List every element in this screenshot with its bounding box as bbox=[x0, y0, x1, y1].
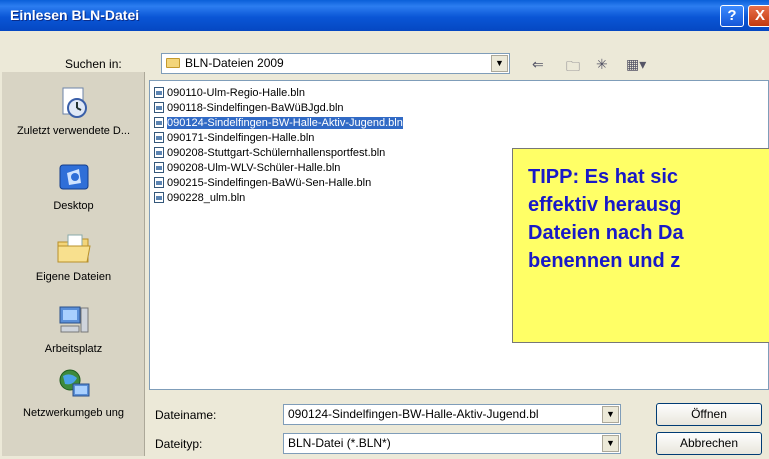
recent-documents-icon bbox=[62, 87, 87, 118]
lookin-value: BLN-Dateien 2009 bbox=[185, 56, 284, 70]
bln-file-icon bbox=[154, 147, 164, 158]
file-name: 090110-Ulm-Regio-Halle.bln bbox=[167, 87, 305, 99]
file-name: 090208-Ulm-WLV-Schüler-Halle.bln bbox=[167, 162, 341, 174]
tip-line: benennen und z bbox=[528, 250, 681, 272]
place-label-desktop: Desktop bbox=[53, 200, 94, 212]
help-button[interactable]: ? bbox=[720, 5, 744, 27]
file-item[interactable]: 090215-Sindelfingen-BaWü-Sen-Halle.bln bbox=[154, 176, 373, 190]
place-my-computer[interactable]: Arbeitsplatz bbox=[2, 302, 145, 355]
place-desktop[interactable]: Desktop bbox=[2, 159, 145, 212]
tip-line: TIPP: Es hat sic bbox=[528, 166, 679, 188]
up-folder-icon[interactable]: 🗀 bbox=[566, 56, 580, 80]
filetype-select[interactable]: BLN-Datei (*.BLN*) ▼ bbox=[283, 433, 621, 454]
place-label-recent: Zuletzt verwendete D... bbox=[16, 125, 131, 137]
file-name: 090171-Sindelfingen-Halle.bln bbox=[167, 132, 315, 144]
file-item[interactable]: 090208-Ulm-WLV-Schüler-Halle.bln bbox=[154, 161, 342, 175]
lookin-dropdown[interactable]: BLN-Dateien 2009 ▼ bbox=[161, 53, 510, 74]
filename-input[interactable]: 090124-Sindelfingen-BW-Halle-Aktiv-Jugen… bbox=[283, 404, 621, 425]
dropdown-arrow-icon[interactable]: ▼ bbox=[602, 435, 619, 452]
bln-file-icon bbox=[154, 87, 164, 98]
filetype-label: Dateityp: bbox=[155, 437, 203, 451]
place-network[interactable]: Netzwerkumgeb ung bbox=[2, 366, 145, 419]
tip-line: Dateien nach Da bbox=[528, 222, 684, 244]
file-name: 090215-Sindelfingen-BaWü-Sen-Halle.bln bbox=[167, 177, 372, 189]
back-icon[interactable]: ⇐ bbox=[532, 56, 544, 73]
places-bar: Zuletzt verwendete D... Desktop Eigene D… bbox=[2, 72, 145, 456]
file-open-dialog: Einlesen BLN-Datei ? X Suchen in: BLN-Da… bbox=[0, 0, 769, 459]
filename-value: 090124-Sindelfingen-BW-Halle-Aktiv-Jugen… bbox=[288, 407, 539, 421]
bln-file-icon bbox=[154, 192, 164, 203]
bln-file-icon bbox=[154, 162, 164, 173]
bln-file-icon bbox=[154, 117, 164, 128]
file-item[interactable]: 090118-Sindelfingen-BaWüBJgd.bln bbox=[154, 101, 346, 115]
file-item[interactable]: 090228_ulm.bln bbox=[154, 191, 247, 205]
place-label-my-documents: Eigene Dateien bbox=[35, 271, 112, 283]
new-folder-icon[interactable]: ✳ bbox=[596, 56, 608, 73]
place-my-documents[interactable]: Eigene Dateien bbox=[2, 230, 145, 283]
title-bar[interactable]: Einlesen BLN-Datei ? X bbox=[0, 0, 769, 31]
place-recent[interactable]: Zuletzt verwendete D... bbox=[2, 84, 145, 137]
bln-file-icon bbox=[154, 132, 164, 143]
file-name: 090208-Stuttgart-Schülernhallensportfest… bbox=[167, 147, 386, 159]
place-label-network: Netzwerkumgeb ung bbox=[23, 407, 124, 419]
filetype-value: BLN-Datei (*.BLN*) bbox=[288, 436, 391, 450]
my-computer-icon bbox=[59, 306, 88, 333]
view-menu-icon[interactable]: ▦▾ bbox=[626, 56, 646, 73]
desktop-icon bbox=[59, 164, 88, 190]
filename-label: Dateiname: bbox=[155, 408, 217, 422]
tip-callout: TIPP: Es hat sic effektiv herausg Dateie… bbox=[512, 148, 769, 343]
place-label-my-computer: Arbeitsplatz bbox=[44, 343, 103, 355]
bln-file-icon bbox=[154, 177, 164, 188]
folder-icon bbox=[166, 58, 180, 68]
dropdown-arrow-icon[interactable]: ▼ bbox=[602, 406, 619, 423]
file-name: 090124-Sindelfingen-BW-Halle-Aktiv-Jugen… bbox=[167, 117, 403, 129]
file-item[interactable]: 090171-Sindelfingen-Halle.bln bbox=[154, 131, 316, 145]
file-item[interactable]: 090124-Sindelfingen-BW-Halle-Aktiv-Jugen… bbox=[154, 116, 405, 130]
file-name: 090118-Sindelfingen-BaWüBJgd.bln bbox=[167, 102, 344, 114]
cancel-button[interactable]: Abbrechen bbox=[656, 432, 762, 455]
file-item[interactable]: 090208-Stuttgart-Schülernhallensportfest… bbox=[154, 146, 387, 160]
my-documents-folder-icon bbox=[57, 234, 91, 263]
window-title: Einlesen BLN-Datei bbox=[10, 7, 140, 23]
file-name: 090228_ulm.bln bbox=[167, 192, 246, 204]
network-places-icon bbox=[59, 369, 89, 397]
tip-line: effektiv herausg bbox=[528, 194, 682, 216]
file-item[interactable]: 090110-Ulm-Regio-Halle.bln bbox=[154, 86, 307, 100]
lookin-label: Suchen in: bbox=[65, 57, 122, 71]
close-button[interactable]: X bbox=[748, 5, 769, 27]
dropdown-arrow-icon[interactable]: ▼ bbox=[491, 55, 508, 72]
bln-file-icon bbox=[154, 102, 164, 113]
open-button[interactable]: Öffnen bbox=[656, 403, 762, 426]
